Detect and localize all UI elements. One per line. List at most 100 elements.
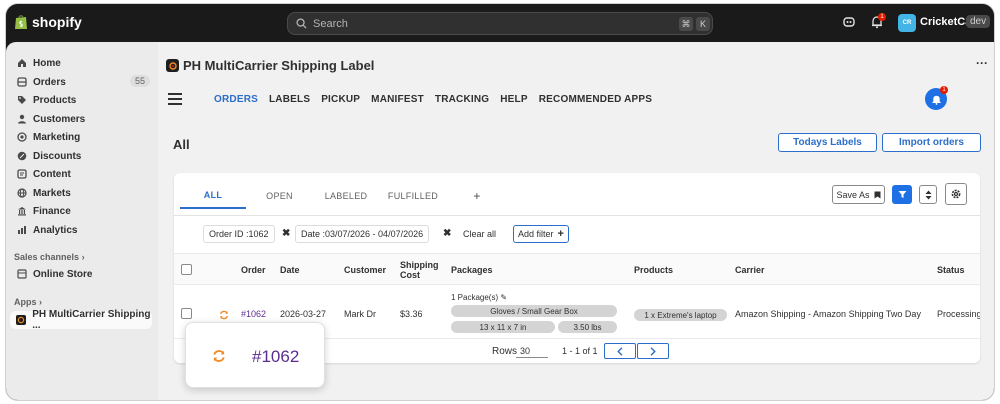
column-packages[interactable]: Packages: [451, 265, 493, 275]
discount-icon: [16, 151, 27, 162]
sidebar: Home Orders 55 Products Customers Market…: [6, 42, 158, 400]
store-badge: dev: [966, 15, 991, 28]
app-logo-icon: [16, 315, 27, 326]
save-as-label: Save As: [836, 189, 870, 200]
column-carrier[interactable]: Carrier: [735, 265, 765, 275]
settings-button[interactable]: [945, 183, 967, 205]
column-order[interactable]: Order: [241, 265, 266, 275]
column-products[interactable]: Products: [634, 265, 673, 275]
column-status[interactable]: Status: [937, 265, 965, 275]
add-tab-button[interactable]: +: [447, 183, 507, 209]
more-actions-icon[interactable]: ···: [976, 56, 988, 70]
previous-page-button[interactable]: [604, 343, 636, 359]
store-avatar[interactable]: CR: [898, 14, 916, 32]
column-shipping-cost[interactable]: Shipping Cost: [400, 260, 439, 280]
save-as-button[interactable]: Save As: [832, 185, 885, 204]
customer-name: Mark Dr: [344, 309, 376, 319]
sidebar-item-discounts[interactable]: Discounts: [10, 147, 152, 165]
nav-tracking[interactable]: TRACKING: [435, 94, 489, 105]
package-dimensions-pill: 13 x 11 x 7 in: [451, 321, 555, 333]
hamburger-menu-icon[interactable]: [168, 93, 182, 105]
gear-icon: [951, 189, 961, 199]
refresh-icon: [212, 349, 226, 363]
apps-label: Apps: [14, 297, 37, 307]
tab-open[interactable]: OPEN: [246, 183, 313, 209]
nav-pickup[interactable]: PICKUP: [321, 94, 360, 105]
globe-icon: [16, 188, 27, 199]
filter-chip-date[interactable]: Date :03/07/2026 - 04/07/2026: [295, 225, 430, 243]
sidebar-item-products[interactable]: Products: [10, 91, 152, 109]
shopify-bag-icon: [15, 15, 27, 29]
nav-labels[interactable]: LABELS: [269, 94, 310, 105]
tooltip-order-number: #1062: [252, 347, 300, 366]
column-shipping-cost-line1: Shipping: [400, 260, 439, 270]
sidebar-item-home[interactable]: Home: [10, 54, 152, 72]
tag-icon: [16, 95, 27, 106]
target-icon: [16, 132, 27, 143]
top-bar: shopify Search ⌘ K 1 CR CricketCart dev: [6, 4, 994, 42]
next-page-button[interactable]: [637, 343, 669, 359]
order-tabs: ALL OPEN LABELED FULFILLED +: [180, 183, 507, 209]
chevron-right-icon: ›: [81, 252, 85, 262]
clear-all-filters-link[interactable]: Clear all: [463, 229, 496, 239]
filter-chip-order-id[interactable]: Order ID :1062: [203, 225, 275, 243]
column-date[interactable]: Date: [280, 265, 300, 275]
package-name-pill: Gloves / Small Gear Box: [451, 305, 617, 317]
sidebar-item-label: Home: [33, 57, 61, 69]
nav-manifest[interactable]: MANIFEST: [371, 94, 424, 105]
select-all-checkbox[interactable]: [181, 264, 192, 275]
package-count-text: 1 Package(s): [451, 293, 499, 302]
shopify-logo[interactable]: shopify: [14, 14, 82, 30]
sales-channels-label: Sales channels: [14, 252, 80, 262]
sidebar-item-orders[interactable]: Orders 55: [10, 73, 152, 91]
sidebar-item-markets[interactable]: Markets: [10, 184, 152, 202]
row-checkbox[interactable]: [181, 308, 192, 319]
package-weight-pill: 3.50 lbs: [558, 321, 617, 333]
sidebar-item-online-store[interactable]: Online Store: [10, 265, 152, 283]
sidebar-item-label: Online Store: [33, 268, 93, 280]
sidebar-item-customers[interactable]: Customers: [10, 110, 152, 128]
sidebar-item-label: Markets: [33, 187, 71, 199]
remove-order-id-filter-icon[interactable]: ✖: [282, 228, 290, 239]
nav-orders[interactable]: ORDERS: [214, 94, 258, 105]
add-filter-button[interactable]: Add filter +: [513, 225, 569, 243]
nav-help[interactable]: HELP: [500, 94, 527, 105]
chevron-left-icon: [617, 346, 623, 356]
notification-count: 1: [878, 13, 886, 21]
filter-button[interactable]: [892, 185, 912, 204]
search-bar[interactable]: Search ⌘ K: [287, 12, 713, 35]
search-icon: [296, 18, 307, 29]
tab-labeled[interactable]: LABELED: [313, 183, 379, 209]
tab-fulfilled[interactable]: FULFILLED: [379, 183, 447, 209]
tab-all[interactable]: ALL: [180, 183, 246, 209]
package-count[interactable]: 1 Package(s) ✎: [451, 293, 507, 302]
refresh-icon[interactable]: [219, 309, 229, 323]
edit-pencil-icon[interactable]: ✎: [500, 293, 507, 302]
plus-icon: +: [557, 228, 564, 240]
apps-heading[interactable]: Apps ›: [14, 297, 42, 307]
person-icon: [16, 114, 27, 125]
sidebar-item-finance[interactable]: Finance: [10, 202, 152, 220]
order-number-link[interactable]: #1062: [241, 309, 266, 319]
remove-date-filter-icon[interactable]: ✖: [443, 228, 451, 239]
sidebar-item-label: Discounts: [33, 150, 82, 162]
admin-window: shopify Search ⌘ K 1 CR CricketCart dev …: [6, 4, 994, 400]
sidebar-item-ph-multicarrier[interactable]: PH MultiCarrier Shipping ...: [10, 309, 152, 331]
column-customer[interactable]: Customer: [344, 265, 386, 275]
sidebar-item-analytics[interactable]: Analytics: [10, 221, 152, 239]
shipping-cost: $3.36: [400, 309, 423, 319]
sidekick-icon[interactable]: [842, 15, 858, 31]
sidebar-item-label: Content: [33, 168, 71, 180]
rows-per-page-select[interactable]: 30: [516, 344, 548, 358]
sort-button[interactable]: [919, 185, 937, 204]
sidebar-item-content[interactable]: Content: [10, 165, 152, 183]
app-logo-icon: [166, 59, 179, 72]
todays-labels-button[interactable]: Todays Labels: [778, 133, 877, 152]
add-filter-label: Add filter: [518, 229, 554, 239]
page-range: 1 - 1 of 1: [562, 346, 598, 356]
sidebar-item-marketing[interactable]: Marketing: [10, 128, 152, 146]
sales-channels-heading[interactable]: Sales channels ›: [14, 252, 85, 262]
nav-recommended-apps[interactable]: RECOMMENDED APPS: [539, 94, 652, 105]
import-orders-button[interactable]: Import orders: [882, 133, 981, 152]
bookmark-icon: [874, 191, 881, 198]
